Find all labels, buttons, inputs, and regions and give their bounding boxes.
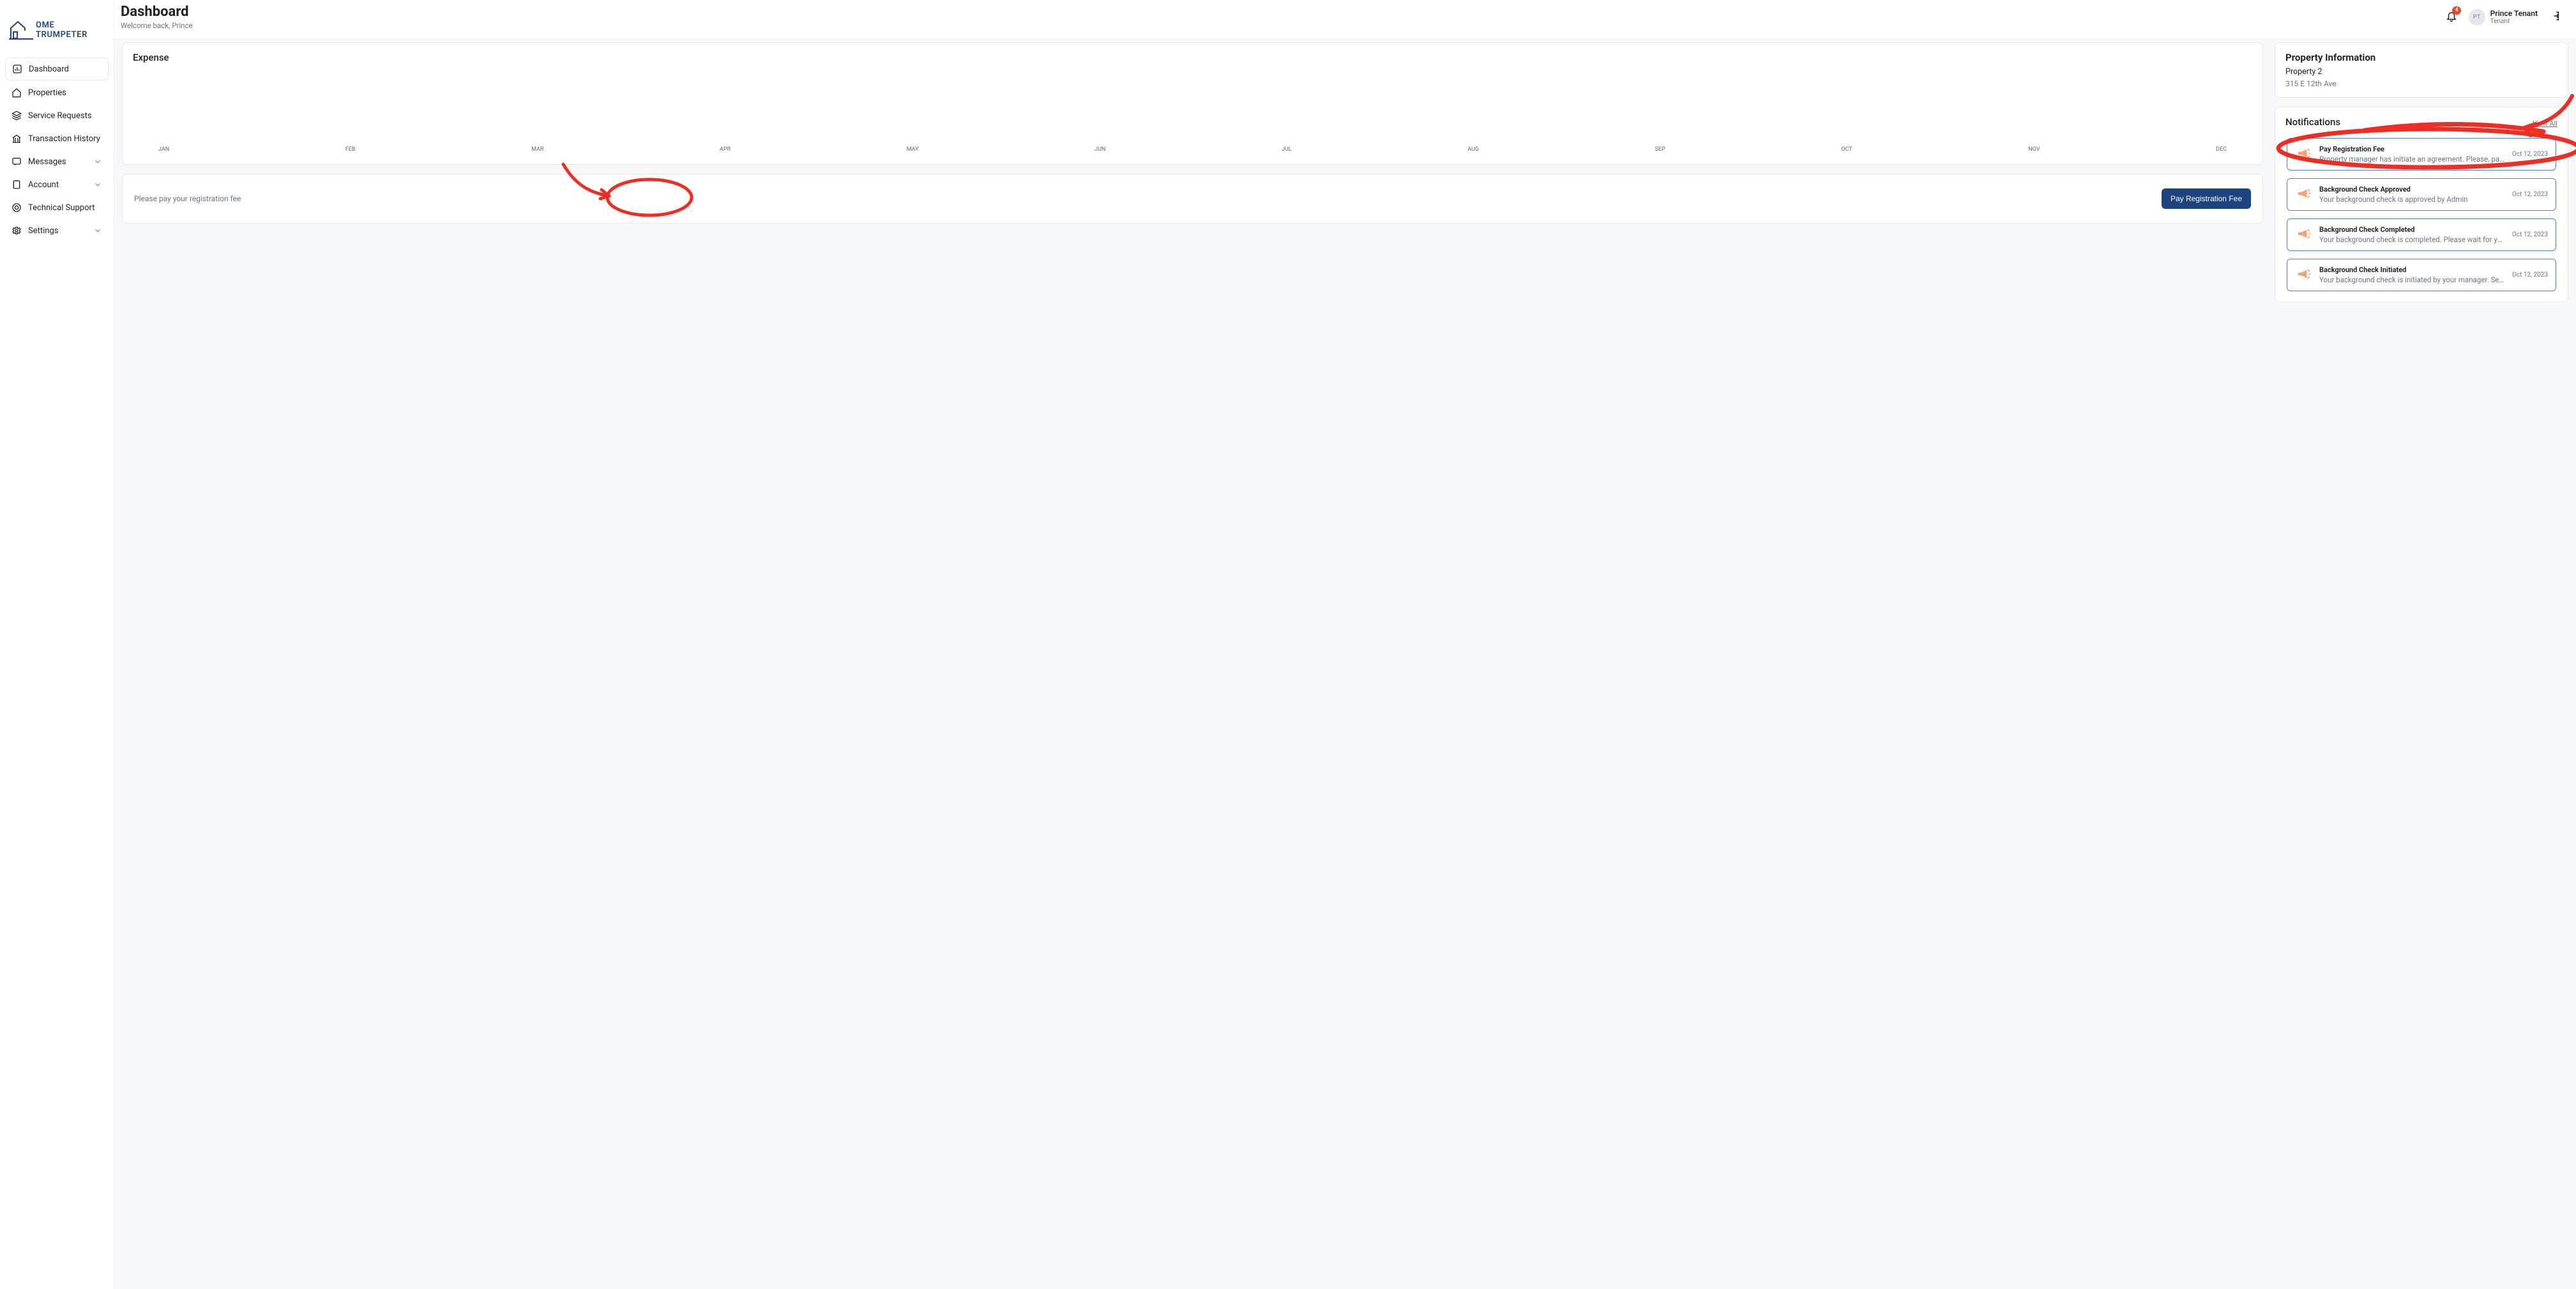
pay-registration-message: Please pay your registration fee <box>134 194 241 203</box>
megaphone-icon <box>2295 187 2312 201</box>
topbar-actions: 4 PT Prince Tenant Tenant <box>2443 8 2563 27</box>
sidebar-item-settings[interactable]: Settings <box>5 220 109 241</box>
notification-desc: Your background check is completed. Plea… <box>2319 235 2504 244</box>
megaphone-icon <box>2295 267 2312 281</box>
pay-registration-card: Please pay your registration fee Pay Reg… <box>122 174 2263 224</box>
property-info-card: Property Information Property 2 315 E 12… <box>2275 42 2568 98</box>
chevron-down-icon <box>93 226 102 235</box>
bar-chart-icon <box>12 64 22 74</box>
nav-label: Messages <box>28 157 66 167</box>
month-label: JUL <box>1282 146 1292 153</box>
sidebar-item-messages[interactable]: Messages <box>5 151 109 172</box>
month-label: JUN <box>1095 146 1105 153</box>
support-icon <box>11 202 22 213</box>
notifications-view-all[interactable]: View All <box>2533 119 2557 128</box>
notification-item-pay-registration-fee[interactable]: Pay Registration Fee Property manager ha… <box>2287 138 2556 171</box>
notifications-header: Notifications View All <box>2285 116 2557 130</box>
sidebar-item-properties[interactable]: Properties <box>5 82 109 103</box>
user-text: Prince Tenant Tenant <box>2490 9 2538 25</box>
brand-logo: OME TRUMPETER <box>0 6 114 57</box>
nav-label: Transaction History <box>28 134 100 144</box>
content-left: Expense JAN FEB MAR APR MAY JUN JUL AUG … <box>122 42 2263 1276</box>
month-label: DEC <box>2216 146 2227 153</box>
expense-title: Expense <box>133 52 2252 63</box>
property-info-heading: Property Information <box>2285 52 2557 63</box>
user-role: Tenant <box>2490 18 2538 25</box>
page-subtitle: Welcome back, Prince <box>121 21 193 30</box>
brand-name: OME TRUMPETER <box>36 20 105 40</box>
notification-desc: Your background check is initiated by yo… <box>2319 275 2504 284</box>
month-label: APR <box>720 146 731 153</box>
property-address: 315 E 12th Ave <box>2285 79 2557 88</box>
main: Dashboard Welcome back, Prince 4 PT Prin… <box>114 0 2576 1289</box>
expense-card: Expense JAN FEB MAR APR MAY JUN JUL AUG … <box>122 42 2263 165</box>
megaphone-icon <box>2295 227 2312 241</box>
nav-label: Technical Support <box>28 203 95 213</box>
notifications-badge: 4 <box>2452 6 2460 15</box>
sidebar-item-technical-support[interactable]: Technical Support <box>5 197 109 218</box>
property-name: Property 2 <box>2285 67 2557 77</box>
content-right: Property Information Property 2 315 E 12… <box>2275 42 2568 1276</box>
notification-item-background-check-approved[interactable]: Background Check Approved Your backgroun… <box>2287 178 2556 211</box>
user-name: Prince Tenant <box>2490 9 2538 18</box>
nav-label: Account <box>28 180 59 190</box>
notification-title: Background Check Initiated <box>2319 266 2504 274</box>
sidebar-item-dashboard[interactable]: Dashboard <box>5 57 109 80</box>
notification-title: Background Check Approved <box>2319 185 2504 194</box>
logout-icon <box>2549 10 2561 22</box>
megaphone-icon <box>2295 146 2312 160</box>
user-menu[interactable]: PT Prince Tenant Tenant <box>2469 9 2538 26</box>
house-logo-icon <box>9 18 33 40</box>
expense-months-axis: JAN FEB MAR APR MAY JUN JUL AUG SEP OCT … <box>133 146 2252 153</box>
month-label: OCT <box>1841 146 1852 153</box>
notification-title: Background Check Completed <box>2319 225 2504 234</box>
page-title: Dashboard <box>121 4 193 20</box>
notification-desc: Your background check is approved by Adm… <box>2319 195 2504 204</box>
month-label: NOV <box>2028 146 2040 153</box>
page-title-block: Dashboard Welcome back, Prince <box>121 4 193 30</box>
home-icon <box>11 88 22 98</box>
content: Expense JAN FEB MAR APR MAY JUN JUL AUG … <box>114 40 2576 1289</box>
notification-desc: Property manager has initiate an agreeme… <box>2319 155 2504 164</box>
avatar: PT <box>2469 9 2485 26</box>
nav-label: Properties <box>28 88 66 98</box>
chevron-down-icon <box>93 180 102 189</box>
sidebar: OME TRUMPETER Dashboard Properties Servi… <box>0 0 114 1289</box>
nav-label: Dashboard <box>29 65 69 74</box>
pay-registration-button[interactable]: Pay Registration Fee <box>2162 188 2251 209</box>
notification-date: Oct 12, 2023 <box>2512 191 2548 198</box>
gear-icon <box>11 225 22 236</box>
chat-icon <box>11 156 22 167</box>
month-label: SEP <box>1655 146 1665 153</box>
sidebar-item-account[interactable]: Account <box>5 174 109 195</box>
clipboard-icon <box>11 179 22 190</box>
notifications-heading: Notifications <box>2285 116 2340 128</box>
nav-label: Service Requests <box>28 111 92 121</box>
annotation-circle-pay-button <box>557 158 697 224</box>
notification-date: Oct 12, 2023 <box>2512 231 2548 238</box>
notification-item-background-check-completed[interactable]: Background Check Completed Your backgrou… <box>2287 218 2556 251</box>
nav-label: Settings <box>28 226 58 236</box>
notification-date: Oct 12, 2023 <box>2512 271 2548 278</box>
logout-button[interactable] <box>2547 8 2563 27</box>
notification-title: Pay Registration Fee <box>2319 145 2504 153</box>
month-label: MAR <box>531 146 543 153</box>
notification-date: Oct 12, 2023 <box>2512 151 2548 158</box>
sidebar-item-transaction-history[interactable]: Transaction History <box>5 128 109 149</box>
sidebar-nav: Dashboard Properties Service Requests Tr… <box>0 57 114 241</box>
month-label: FEB <box>345 146 356 153</box>
topbar: Dashboard Welcome back, Prince 4 PT Prin… <box>114 0 2576 40</box>
month-label: MAY <box>907 146 919 153</box>
notification-item-background-check-initiated[interactable]: Background Check Initiated Your backgrou… <box>2287 259 2556 291</box>
month-label: AUG <box>1467 146 1479 153</box>
notifications-bell[interactable]: 4 <box>2443 8 2460 27</box>
sidebar-item-service-requests[interactable]: Service Requests <box>5 105 109 126</box>
bank-icon <box>11 133 22 144</box>
layers-icon <box>11 111 22 121</box>
month-label: JAN <box>158 146 169 153</box>
notifications-list: Pay Registration Fee Property manager ha… <box>2285 138 2557 293</box>
notifications-card: Notifications View All Pay Registration … <box>2275 107 2568 302</box>
chevron-down-icon <box>93 157 102 166</box>
